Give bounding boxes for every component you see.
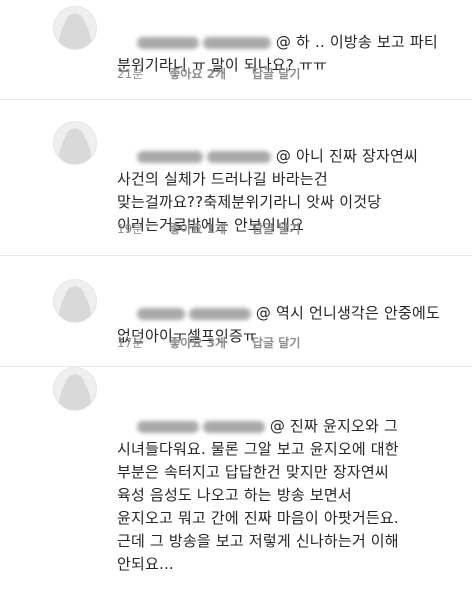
username-redacted[interactable]: [136, 420, 199, 433]
like-count[interactable]: 좋아요 2개: [169, 67, 226, 81]
comment-meta: 19분 좋아요 1개 답글 달기: [117, 220, 326, 237]
mention-redacted[interactable]: [202, 36, 271, 49]
comment-text: @ 하 .. 이방송 보고 파티 분위기라니 ㅠ 말이 되나요? ㅠㅠ: [117, 8, 457, 100]
comment-text: @ 아니 진짜 장자연씨 사건의 실체가 드러나길 바라는건 맞는걸까요??축제…: [117, 122, 457, 260]
comment-time: 19분: [117, 222, 144, 236]
reply-button[interactable]: 답글 달기: [252, 336, 300, 350]
avatar[interactable]: [53, 6, 97, 50]
mention-redacted[interactable]: [188, 307, 251, 320]
username-redacted[interactable]: [136, 36, 199, 49]
comment-text: @ 진짜 윤지오와 그 시녀들다워요. 물론 그알 보고 윤지오에 대한 부분은…: [117, 392, 457, 599]
comment-time: 21분: [117, 67, 144, 81]
reply-button[interactable]: 답글 달기: [252, 222, 300, 236]
comment-text: @ 역시 언니생각은 안중에도 없던아이ㅜ셀프인증ㅠ: [117, 279, 457, 371]
username-redacted[interactable]: [136, 307, 185, 320]
comment-meta: 17분 좋아요 3개 답글 달기: [117, 334, 326, 351]
divider: [0, 99, 472, 100]
like-count[interactable]: 좋아요 1개: [169, 222, 226, 236]
avatar[interactable]: [53, 367, 97, 411]
avatar[interactable]: [53, 121, 97, 165]
mention-redacted[interactable]: [202, 420, 265, 433]
mention-redacted[interactable]: [206, 150, 271, 163]
username-redacted[interactable]: [136, 150, 203, 163]
avatar[interactable]: [53, 279, 97, 323]
comment-time: 17분: [117, 336, 144, 350]
like-count[interactable]: 좋아요 3개: [169, 336, 226, 350]
comment-body: @ 진짜 윤지오와 그 시녀들다워요. 물론 그알 보고 윤지오에 대한 부분은…: [117, 417, 399, 573]
divider: [0, 255, 472, 256]
reply-button[interactable]: 답글 달기: [252, 67, 300, 81]
comment-meta: 21분 좋아요 2개 답글 달기: [117, 65, 326, 82]
